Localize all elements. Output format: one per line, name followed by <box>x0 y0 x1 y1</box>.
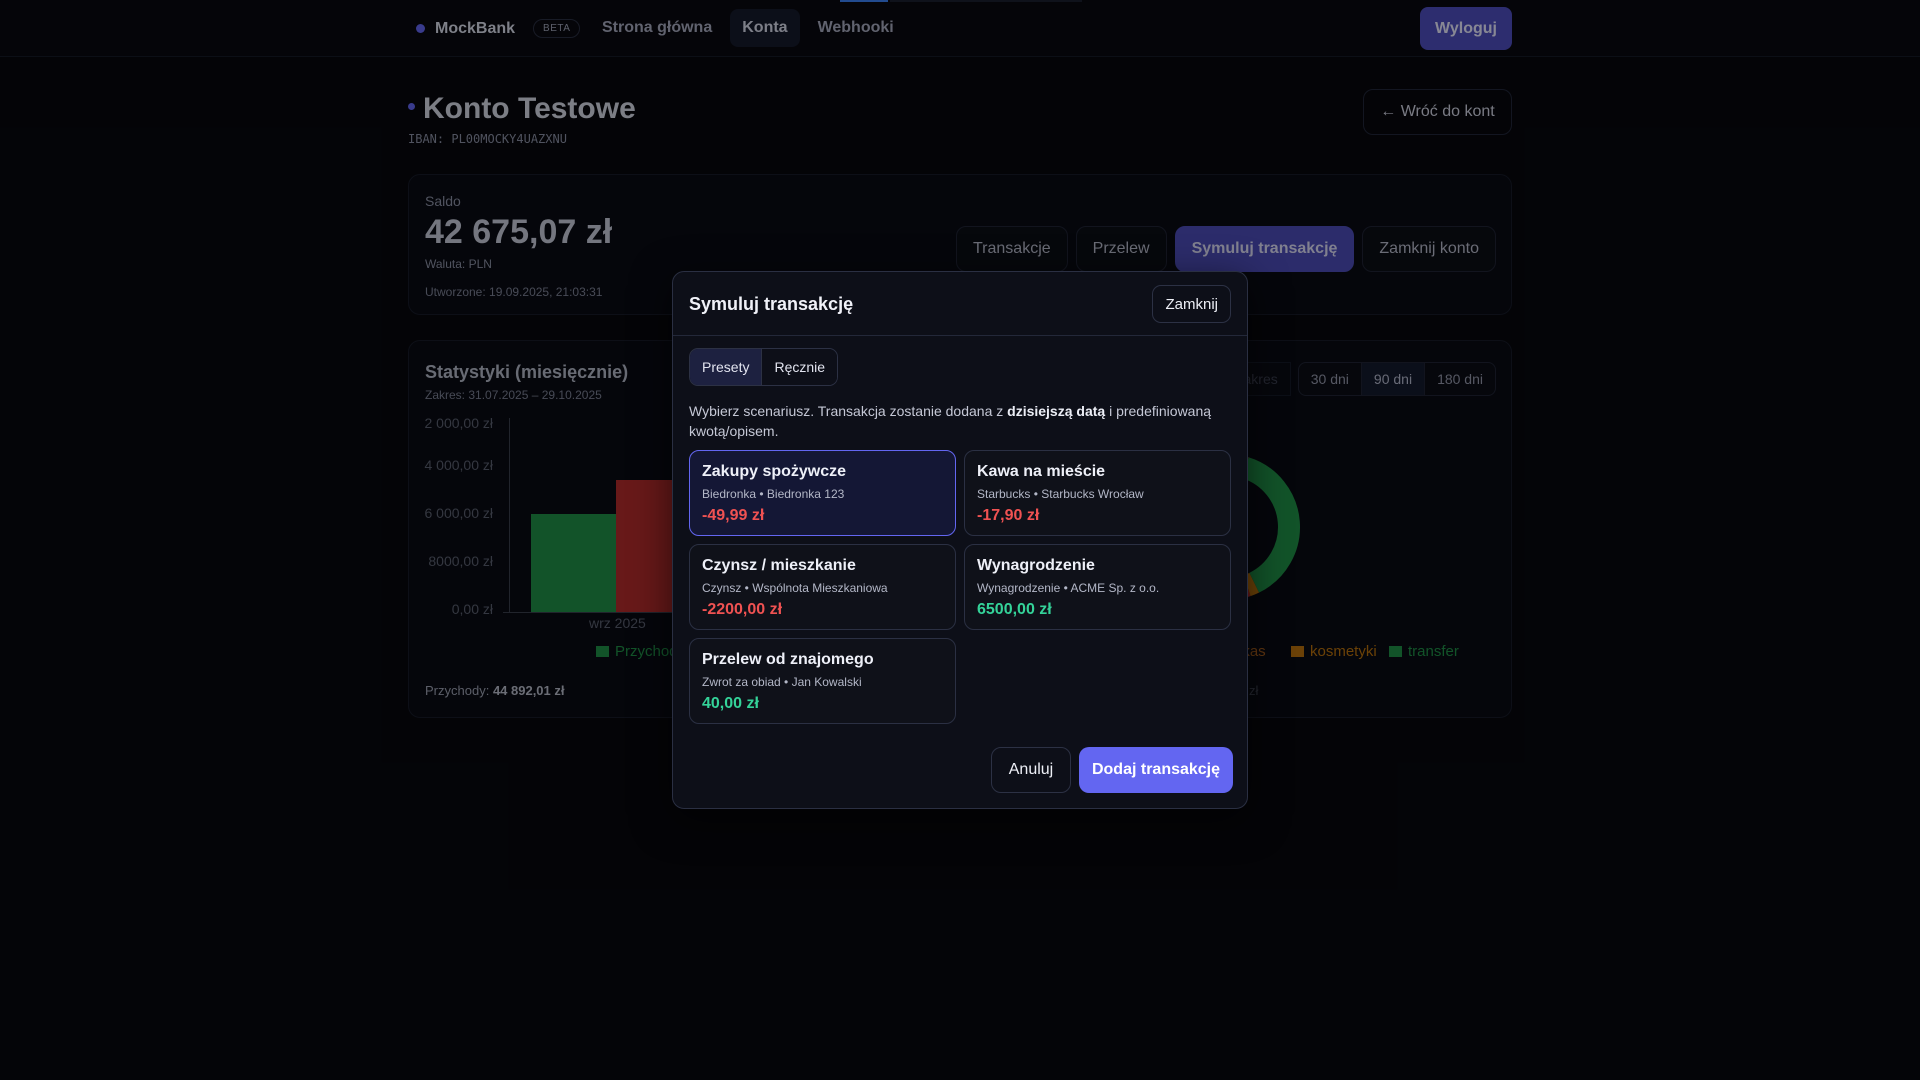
preset-subtitle: Zwrot za obiad • Jan Kowalski <box>702 675 862 689</box>
modal-close-button[interactable]: Zamknij <box>1152 285 1231 323</box>
preset-subtitle: Starbucks • Starbucks Wrocław <box>977 487 1144 501</box>
preset-coffee[interactable]: Kawa na mieście Starbucks • Starbucks Wr… <box>964 450 1231 536</box>
preset-amount: 6500,00 zł <box>977 601 1052 618</box>
modal-description: Wybierz scenariusz. Transakcja zostanie … <box>689 401 1229 441</box>
tab-manual[interactable]: Ręcznie <box>761 349 838 385</box>
preset-subtitle: Wynagrodzenie • ACME Sp. z o.o. <box>977 581 1160 595</box>
preset-title: Wynagrodzenie <box>977 557 1095 574</box>
preset-subtitle: Czynsz • Wspólnota Mieszkaniowa <box>702 581 888 595</box>
preset-salary[interactable]: Wynagrodzenie Wynagrodzenie • ACME Sp. z… <box>964 544 1231 630</box>
simulate-transaction-modal: Symuluj transakcję Zamknij Presety Ręczn… <box>672 271 1248 809</box>
preset-title: Kawa na mieście <box>977 463 1106 480</box>
preset-subtitle: Biedronka • Biedronka 123 <box>702 487 845 501</box>
tab-presets[interactable]: Presety <box>690 349 762 385</box>
desc-text: Wybierz scenariusz. Transakcja zostanie … <box>689 403 1008 419</box>
preset-amount: 40,00 zł <box>702 695 759 712</box>
add-transaction-button[interactable]: Dodaj transakcję <box>1079 747 1233 793</box>
preset-rent[interactable]: Czynsz / mieszkanie Czynsz • Wspólnota M… <box>689 544 956 630</box>
modal-title: Symuluj transakcję <box>689 294 854 314</box>
preset-amount: -2200,00 zł <box>702 601 783 618</box>
modal-header: Symuluj transakcję Zamknij <box>673 272 1247 336</box>
mode-tabs: Presety Ręcznie <box>689 348 839 386</box>
preset-title: Czynsz / mieszkanie <box>702 557 856 574</box>
cancel-button[interactable]: Anuluj <box>991 747 1071 793</box>
preset-amount: -17,90 zł <box>977 507 1040 524</box>
desc-highlight: dzisiejszą datą <box>1007 403 1106 419</box>
preset-friend-transfer[interactable]: Przelew od znajomego Zwrot za obiad • Ja… <box>689 638 956 724</box>
preset-amount: -49,99 zł <box>702 507 765 524</box>
preset-title: Przelew od znajomego <box>702 651 874 668</box>
preset-groceries[interactable]: Zakupy spożywcze Biedronka • Biedronka 1… <box>689 450 956 536</box>
preset-title: Zakupy spożywcze <box>702 463 847 480</box>
